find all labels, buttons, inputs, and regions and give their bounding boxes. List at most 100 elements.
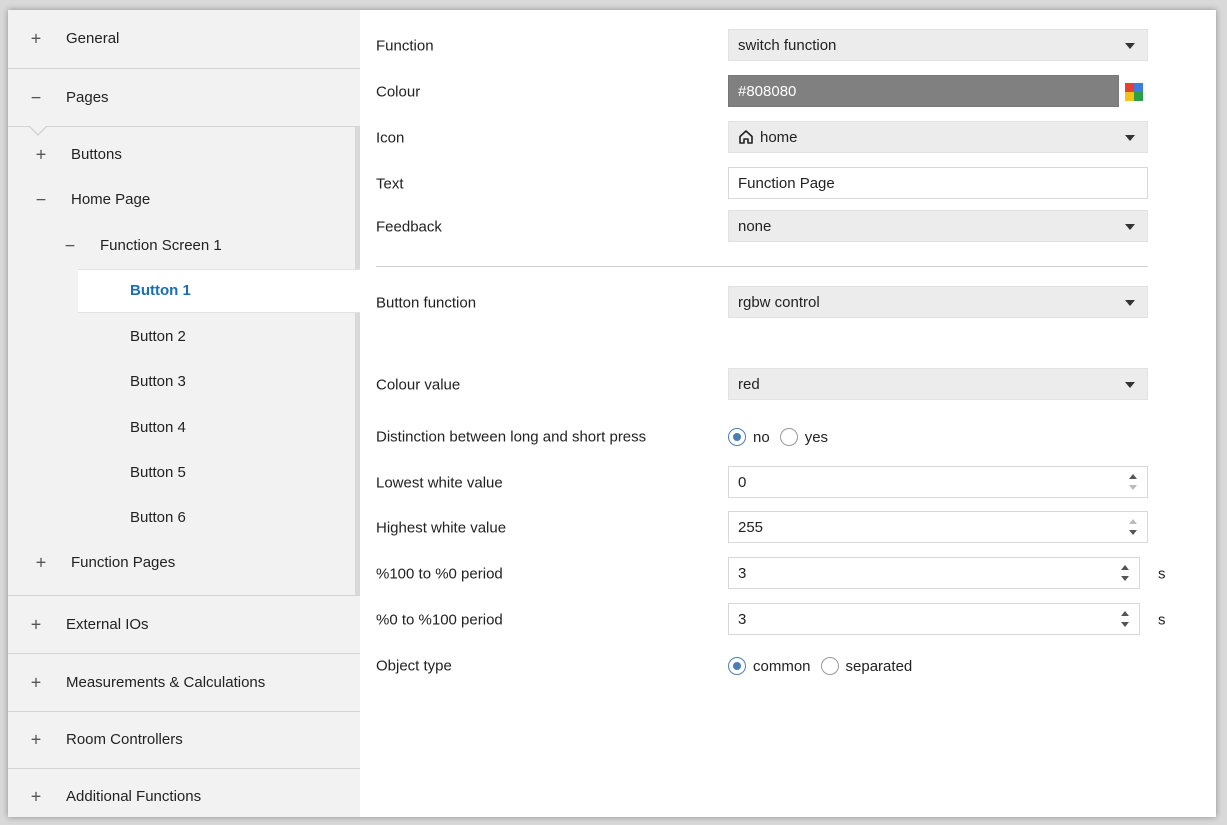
- spinner-icon[interactable]: [1129, 516, 1139, 540]
- palette-yellow: [1125, 92, 1134, 101]
- tree-item-button-1[interactable]: Button 1: [78, 269, 365, 313]
- spin-down-icon[interactable]: [1129, 485, 1137, 490]
- text-input[interactable]: Function Page: [728, 167, 1148, 199]
- spin-up-icon[interactable]: [1121, 565, 1129, 570]
- tree-item-label: Button 3: [130, 373, 186, 391]
- function-dropdown[interactable]: switch function: [728, 29, 1148, 61]
- sidebar-item-label: Measurements & Calculations: [66, 673, 266, 691]
- palette-green: [1134, 92, 1143, 101]
- tree-item-buttons[interactable]: + Buttons: [8, 133, 355, 177]
- row-highest-white: Highest white value 255: [376, 511, 1196, 545]
- sidebar-item-room-controllers[interactable]: + Room Controllers: [8, 712, 360, 769]
- row-button-function: Button function rgbw control: [376, 286, 1196, 320]
- tree-item-label: Button 1: [130, 282, 191, 300]
- row-colour-value: Colour value red: [376, 368, 1196, 402]
- row-function: Function switch function: [376, 29, 1196, 63]
- period-100-0-value: 3: [738, 564, 747, 582]
- object-type-label: Object type: [376, 657, 452, 675]
- period-0-100-unit: s: [1158, 611, 1166, 629]
- row-lowest-white: Lowest white value 0: [376, 466, 1196, 500]
- radio-no[interactable]: [728, 428, 746, 446]
- tree-item-button-2[interactable]: Button 2: [8, 315, 355, 359]
- icon-dropdown[interactable]: home: [728, 121, 1148, 153]
- button-function-label: Button function: [376, 294, 477, 312]
- button-function-dropdown[interactable]: rgbw control: [728, 286, 1148, 318]
- color-palette-icon[interactable]: [1125, 83, 1143, 101]
- period-0-100-value: 3: [738, 610, 747, 628]
- spin-down-icon[interactable]: [1129, 530, 1137, 535]
- feedback-dropdown[interactable]: none: [728, 210, 1148, 242]
- colour-value-selected: red: [738, 375, 760, 393]
- spin-down-icon[interactable]: [1121, 622, 1129, 627]
- highest-white-label: Highest white value: [376, 519, 507, 537]
- period-100-0-input[interactable]: 3: [728, 557, 1140, 589]
- distinction-radio-group: no yes: [728, 428, 838, 446]
- colour-value-dropdown[interactable]: red: [728, 368, 1148, 400]
- row-object-type: Object type common separated: [376, 649, 1196, 683]
- icon-label: Icon: [376, 129, 405, 147]
- sidebar-item-label: General: [66, 30, 120, 48]
- row-period-100-0: %100 to %0 period 3 s: [376, 557, 1196, 591]
- sidebar-item-general[interactable]: + General: [8, 10, 360, 69]
- tree-item-label: Button 2: [130, 328, 186, 346]
- tree-item-button-4[interactable]: Button 4: [8, 406, 355, 450]
- period-0-100-label: %0 to %100 period: [376, 611, 503, 629]
- sidebar-item-label: Additional Functions: [66, 788, 202, 806]
- tree-item-label: Button 6: [130, 509, 186, 527]
- row-text: Text Function Page: [376, 167, 1196, 201]
- text-label: Text: [376, 175, 404, 193]
- radio-separated-label: separated: [845, 657, 913, 675]
- tree-item-function-pages[interactable]: + Function Pages: [8, 541, 355, 585]
- window: + General − Pages + Buttons − Home Page …: [8, 10, 1216, 817]
- tree-item-button-6[interactable]: Button 6: [8, 496, 355, 540]
- radio-yes[interactable]: [779, 428, 798, 446]
- tree-item-button-5[interactable]: Button 5: [8, 451, 355, 495]
- radio-yes-label: yes: [804, 428, 829, 446]
- row-feedback: Feedback none: [376, 210, 1196, 244]
- text-value: Function Page: [738, 174, 835, 192]
- highest-white-input[interactable]: 255: [728, 511, 1148, 543]
- expand-icon: +: [30, 28, 42, 49]
- spinner-icon[interactable]: [1121, 562, 1131, 586]
- tree-item-function-screen-1[interactable]: − Function Screen 1: [8, 224, 355, 268]
- radio-common[interactable]: [728, 657, 746, 675]
- object-type-radio-group: common separated: [728, 657, 922, 675]
- sidebar-item-external-ios[interactable]: + External IOs: [8, 596, 360, 654]
- spinner-icon[interactable]: [1129, 471, 1139, 495]
- chevron-down-icon: [1125, 224, 1135, 230]
- tree-item-label: Home Page: [71, 191, 151, 209]
- radio-no-label: no: [753, 428, 770, 446]
- collapse-icon: −: [35, 189, 47, 210]
- palette-blue: [1134, 83, 1143, 92]
- radio-separated[interactable]: [820, 657, 839, 675]
- spin-down-icon[interactable]: [1121, 576, 1129, 581]
- spinner-icon[interactable]: [1121, 608, 1131, 632]
- chevron-down-icon: [1125, 382, 1135, 388]
- sidebar-item-measurements[interactable]: + Measurements & Calculations: [8, 654, 360, 712]
- icon-value: home: [760, 128, 798, 146]
- tree-item-label: Function Pages: [71, 554, 176, 572]
- lowest-white-input[interactable]: 0: [728, 466, 1148, 498]
- period-0-100-input[interactable]: 3: [728, 603, 1140, 635]
- row-distinction: Distinction between long and short press…: [376, 420, 1196, 454]
- row-colour: Colour #808080: [376, 75, 1196, 109]
- section-divider: [376, 266, 1148, 267]
- pages-subtree: + Buttons − Home Page − Function Screen …: [8, 125, 365, 596]
- highest-white-value: 255: [738, 518, 764, 536]
- tree-item-label: Button 4: [130, 419, 186, 437]
- row-icon: Icon home: [376, 121, 1196, 155]
- spin-up-icon[interactable]: [1129, 474, 1137, 479]
- sidebar-item-pages[interactable]: − Pages: [8, 69, 360, 127]
- period-100-0-label: %100 to %0 period: [376, 565, 503, 583]
- colour-field[interactable]: #808080: [728, 75, 1119, 107]
- lowest-white-label: Lowest white value: [376, 474, 503, 492]
- function-label: Function: [376, 37, 434, 55]
- spin-up-icon[interactable]: [1129, 519, 1137, 524]
- tree-item-button-3[interactable]: Button 3: [8, 360, 355, 404]
- row-period-0-100: %0 to %100 period 3 s: [376, 603, 1196, 637]
- tree-item-home-page[interactable]: − Home Page: [8, 178, 355, 222]
- chevron-down-icon: [1125, 300, 1135, 306]
- palette-red: [1125, 83, 1134, 92]
- spin-up-icon[interactable]: [1121, 611, 1129, 616]
- home-icon: [739, 130, 753, 144]
